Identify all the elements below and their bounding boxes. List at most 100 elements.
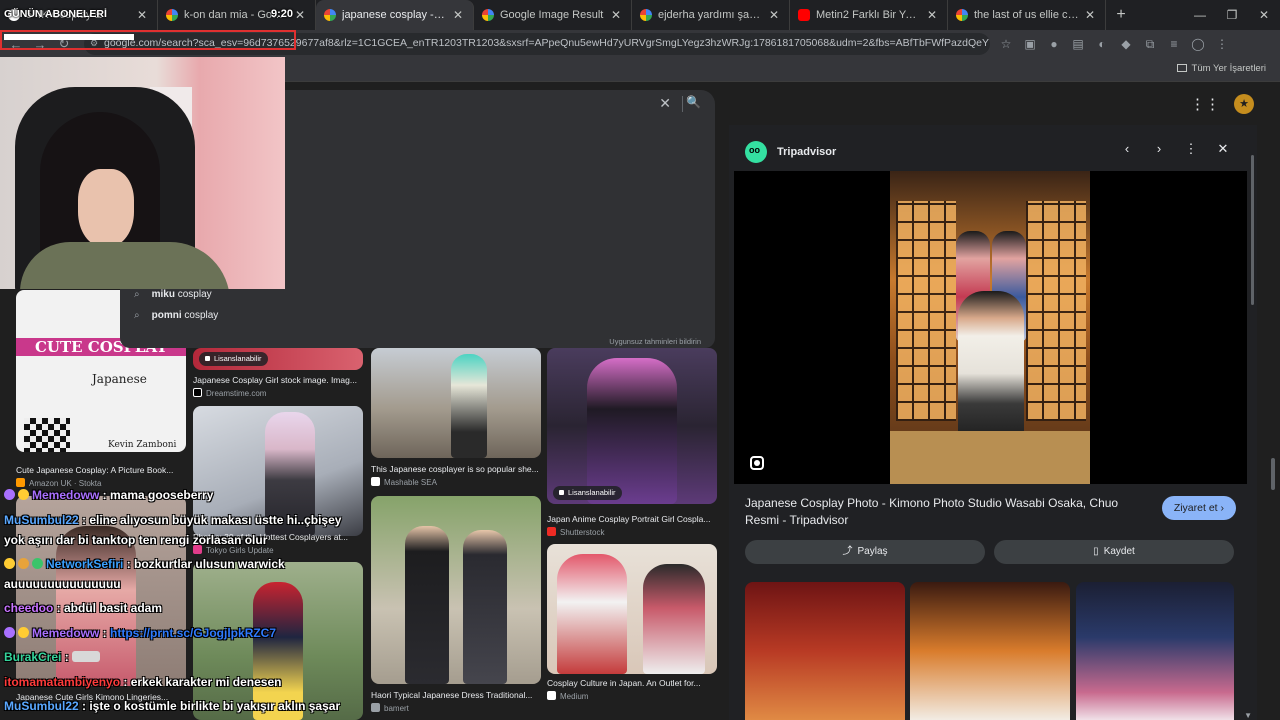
chat-link[interactable]: https://prnt.sc/GJogjlpkRZC7 <box>110 626 276 640</box>
page-scroll-thumb[interactable] <box>1271 458 1275 490</box>
result-caption[interactable]: Japanese Cosplay Girl stock image. Imag.… <box>193 375 363 385</box>
extension-icon[interactable]: ▣ <box>1018 37 1042 51</box>
close-icon[interactable]: ✕ <box>1083 8 1097 22</box>
preview-image[interactable] <box>734 171 1247 484</box>
profile-icon[interactable]: ◯ <box>1186 37 1210 51</box>
close-window-icon[interactable]: ✕ <box>1248 0 1280 30</box>
new-tab-button[interactable]: + <box>1106 0 1136 30</box>
result-card[interactable]: Lisanslanabilir Japan Anime Cosplay Port… <box>547 348 717 540</box>
result-caption[interactable]: Cute Japanese Cosplay: A Picture Book... <box>16 465 186 475</box>
result-card[interactable] <box>193 562 363 720</box>
panel-title[interactable]: Japanese Cosplay Photo - Kimono Photo St… <box>745 495 1135 529</box>
chat-text: : <box>99 626 111 640</box>
related-image[interactable] <box>745 582 905 720</box>
chat-message: Memedoww : https://prnt.sc/GJogjlpkRZC7 <box>4 626 276 640</box>
result-image[interactable] <box>371 496 541 684</box>
google-icon <box>482 9 494 21</box>
all-bookmarks-label: Tüm Yer İşaretleri <box>1191 63 1266 74</box>
extensions-puzzle-icon[interactable]: ⧉ <box>1138 37 1162 52</box>
search-box[interactable]: ✕ 🔍 <box>285 90 715 118</box>
amazon-icon <box>16 478 25 487</box>
extension-icon[interactable]: ▤ <box>1066 37 1090 51</box>
scroll-thumb[interactable] <box>1251 155 1254 305</box>
tab-google-image-result[interactable]: Google Image Result ✕ <box>474 0 632 30</box>
suggestion-bold: miku <box>151 289 175 300</box>
result-caption[interactable]: Japan Anime Cosplay Portrait Girl Cospla… <box>547 514 717 524</box>
related-image[interactable] <box>1076 582 1234 720</box>
result-card[interactable]: Lisanslanabilir Japanese Cosplay Girl st… <box>193 348 363 398</box>
chat-message: MuSumbul22 : işte o kostümle birlikte bi… <box>4 699 340 713</box>
shoji-screen <box>896 201 956 421</box>
bookmark-star-icon[interactable]: ☆ <box>994 37 1018 51</box>
panel-site-name[interactable]: Tripadvisor <box>777 146 836 158</box>
extension-icon[interactable]: ● <box>1042 37 1066 51</box>
account-avatar[interactable]: ★ <box>1234 94 1254 114</box>
save-button[interactable]: ▯ Kaydet <box>994 540 1234 564</box>
result-caption[interactable]: Cosplay Culture in Japan. An Outlet for.… <box>547 678 717 688</box>
close-icon[interactable]: ✕ <box>767 8 781 22</box>
restore-icon[interactable]: ❐ <box>1216 0 1248 30</box>
cosplayer-figure <box>451 354 487 458</box>
close-icon[interactable]: ✕ <box>293 8 307 22</box>
clear-icon[interactable]: ✕ <box>659 95 671 112</box>
suggestion-item[interactable]: ⌕ miku cosplay <box>134 289 212 300</box>
result-image[interactable]: Lisanslanabilir <box>547 348 717 504</box>
close-icon[interactable]: ✕ <box>451 8 465 22</box>
close-icon[interactable]: ✕ <box>1215 141 1231 157</box>
tiktok-icon <box>193 388 202 397</box>
all-bookmarks-button[interactable]: Tüm Yer İşaretleri <box>1176 63 1266 74</box>
close-icon[interactable]: ✕ <box>609 8 623 22</box>
result-image[interactable] <box>193 562 363 720</box>
result-image[interactable] <box>547 544 717 674</box>
extension-icon[interactable]: ◐ <box>1090 37 1114 51</box>
stream-overlay-bar <box>4 34 134 40</box>
result-card[interactable]: This Japanese cosplayer is so popular sh… <box>371 348 541 488</box>
tab-metin2[interactable]: Metin2 Farklı Bir Yorum "Hadi C ✕ <box>790 0 948 30</box>
tab-last-of-us[interactable]: the last of us ellie cosplay - Goo ✕ <box>948 0 1106 30</box>
menu-icon[interactable]: ⋮ <box>1210 37 1234 51</box>
result-card[interactable]: Haori Typical Japanese Dress Traditional… <box>371 496 541 714</box>
scroll-down-icon[interactable]: ▼ <box>1244 711 1252 720</box>
visit-button[interactable]: Ziyaret et › <box>1161 496 1236 520</box>
tab-japanese-cosplay[interactable]: japanese cosplay - Google'da A ✕ <box>316 0 474 30</box>
streamer-body <box>20 242 230 289</box>
apps-grid-icon[interactable]: ⋮⋮ <box>1190 95 1220 113</box>
more-options-icon[interactable]: ⋮ <box>1183 141 1199 157</box>
result-card[interactable]: Cosplay Culture in Japan. An Outlet for.… <box>547 544 717 704</box>
share-button[interactable]: ⤴ Paylaş <box>745 540 985 564</box>
close-icon[interactable]: ✕ <box>135 8 149 22</box>
report-predictions-link[interactable]: Uygunsuz tahminleri bildirin <box>609 337 701 346</box>
google-lens-icon[interactable] <box>750 456 764 470</box>
result-caption[interactable]: Haori Typical Japanese Dress Traditional… <box>371 690 541 700</box>
suggestion-bold: pomni <box>151 310 182 321</box>
streamer-face <box>78 169 134 247</box>
cosplayer-figure <box>557 554 627 674</box>
suggestion-item[interactable]: ⌕ pomni cosplay <box>134 310 218 321</box>
chat-message: itomamatambiyenyo : erkek karakter mi de… <box>4 675 281 689</box>
stream-overlay-frame <box>0 30 296 50</box>
result-source: Shutterstock <box>547 527 604 537</box>
toolbar-icons: ☆ ▣ ● ▤ ◐ ◆ ⧉ ≡ ◯ ⋮ <box>994 30 1234 58</box>
chat-user: BurakCrei <box>4 650 62 664</box>
search-icon[interactable]: 🔍 <box>686 95 701 109</box>
result-image[interactable] <box>371 348 541 458</box>
share-label: Paylaş <box>857 546 888 557</box>
close-icon[interactable]: ✕ <box>925 8 939 22</box>
search-icon: ⌕ <box>134 310 140 321</box>
source-name: Dreamstime.com <box>206 389 267 398</box>
minimize-icon[interactable]: — <box>1184 0 1216 30</box>
moon-emote-icon <box>18 489 29 500</box>
panel-scrollbar[interactable]: ▼ <box>1244 125 1257 720</box>
result-caption[interactable]: This Japanese cosplayer is so popular sh… <box>371 464 541 474</box>
extension-icon[interactable]: ◆ <box>1114 37 1138 51</box>
media-control-icon[interactable]: ≡ <box>1162 37 1186 51</box>
result-source: bamert <box>371 703 409 713</box>
book-cover-subtitle: Japanese <box>92 372 147 386</box>
related-image[interactable] <box>910 582 1070 720</box>
result-image[interactable]: Lisanslanabilir <box>193 348 363 370</box>
chat-message: yok aşırı dar bi tanktop ten rengi zorla… <box>4 533 267 547</box>
tab-ejderha[interactable]: ejderha yardımı şaman cosplay ✕ <box>632 0 790 30</box>
chevron-right-icon[interactable]: › <box>1151 141 1167 157</box>
screen: 5 4K Cosplay & ✕ k-on dan mia - Google'd… <box>0 0 1280 720</box>
chevron-left-icon[interactable]: ‹ <box>1119 141 1135 157</box>
